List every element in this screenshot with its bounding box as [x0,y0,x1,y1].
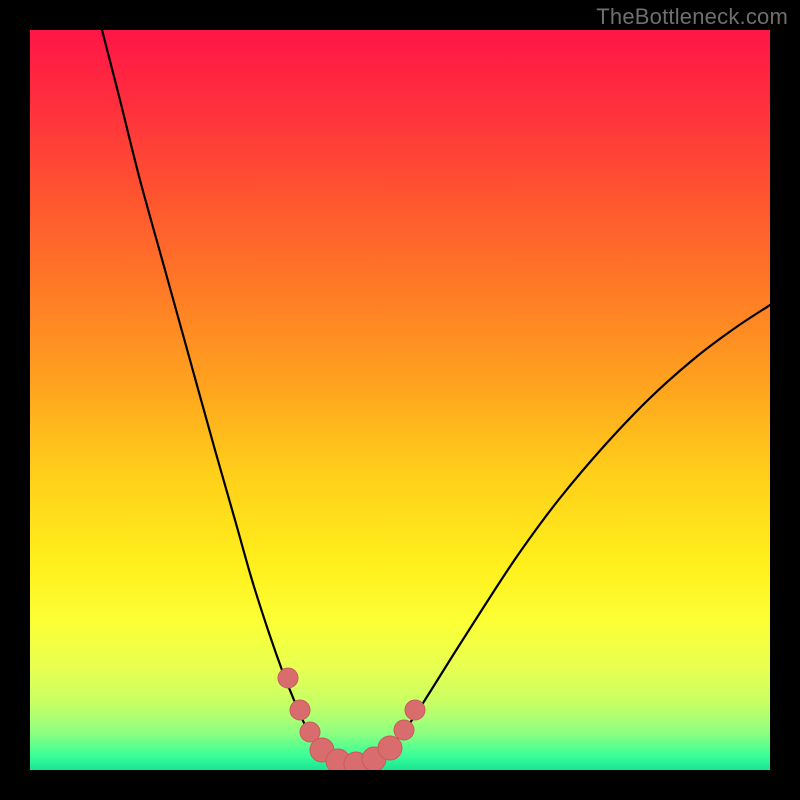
plot-area [30,30,770,770]
trough-markers [278,668,425,770]
data-marker [378,736,402,760]
chart-frame: TheBottleneck.com [0,0,800,800]
watermark-text: TheBottleneck.com [596,4,788,30]
data-marker [394,720,414,740]
left-curve [102,30,350,765]
data-marker [278,668,298,688]
data-marker [290,700,310,720]
right-curve [350,305,770,765]
curves-layer [30,30,770,770]
data-marker [405,700,425,720]
